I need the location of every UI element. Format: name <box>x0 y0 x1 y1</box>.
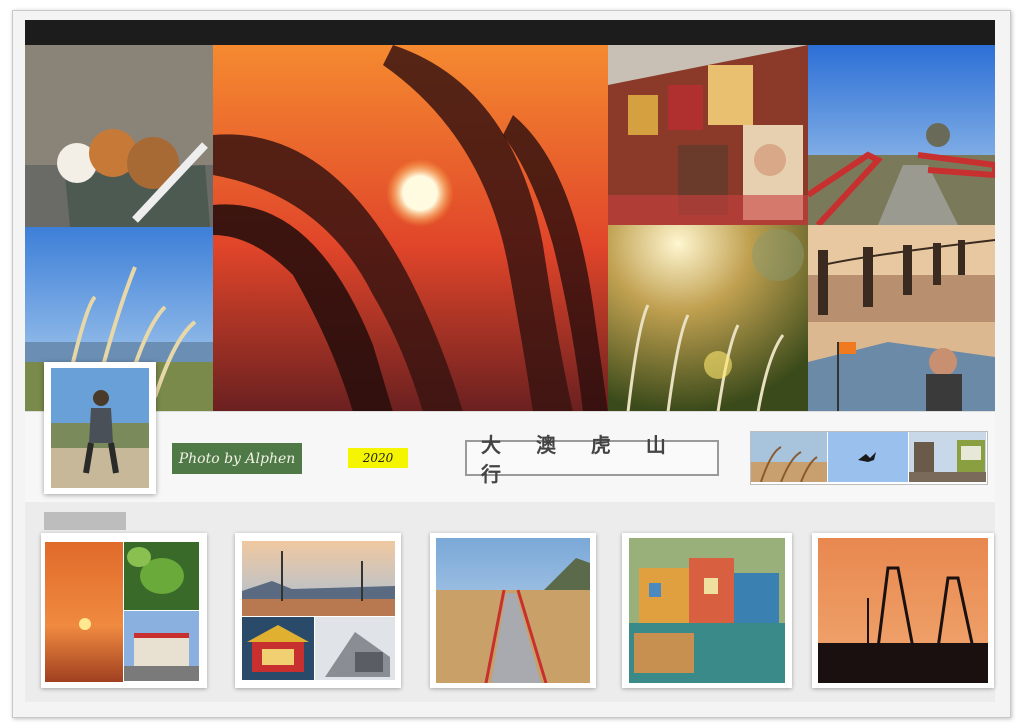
dogs-in-stroller-photo <box>25 45 213 227</box>
photographer-portrait-card <box>44 362 156 494</box>
card1-street-photo <box>124 611 199 681</box>
collage-title: 大 澳 虎 山 行 <box>465 433 719 486</box>
year-label: 2020 <box>348 448 408 468</box>
bottom-card-sunset-collage <box>41 533 207 688</box>
card2-pier-photo <box>242 541 395 616</box>
card1-sunset-photo <box>45 542 123 682</box>
photographer-photo <box>51 368 149 488</box>
card5-harbor-sunset-photo <box>818 538 988 683</box>
strip-village-photo <box>909 432 986 482</box>
gray-label-bar <box>44 512 126 530</box>
card2-building-photo <box>315 617 395 680</box>
traveller-selfie-photo <box>808 322 995 412</box>
photo-credit-label: Photo by Alphen <box>172 443 302 474</box>
bottom-card-coastal-path <box>430 533 596 688</box>
card4-stilt-houses-photo <box>629 538 785 683</box>
harbor-railing-photo <box>808 225 995 322</box>
strip-bird-photo <box>828 432 908 482</box>
top-bar <box>25 20 995 45</box>
glowing-grass-photo <box>608 225 808 412</box>
poster-wall-photo <box>608 45 808 225</box>
bottom-card-stilt-houses <box>622 533 792 688</box>
sunset-reeds-photo <box>213 45 608 412</box>
card1-leaves-photo <box>124 542 199 610</box>
card3-coastal-path-photo <box>436 538 590 683</box>
bottom-card-harbor-sunset <box>812 533 994 688</box>
strip-reeds-photo <box>751 432 827 482</box>
red-railing-path-photo <box>808 45 995 225</box>
bottom-card-pier-collage <box>235 533 401 688</box>
photo-strip <box>750 431 988 485</box>
card2-temple-photo <box>242 617 314 680</box>
